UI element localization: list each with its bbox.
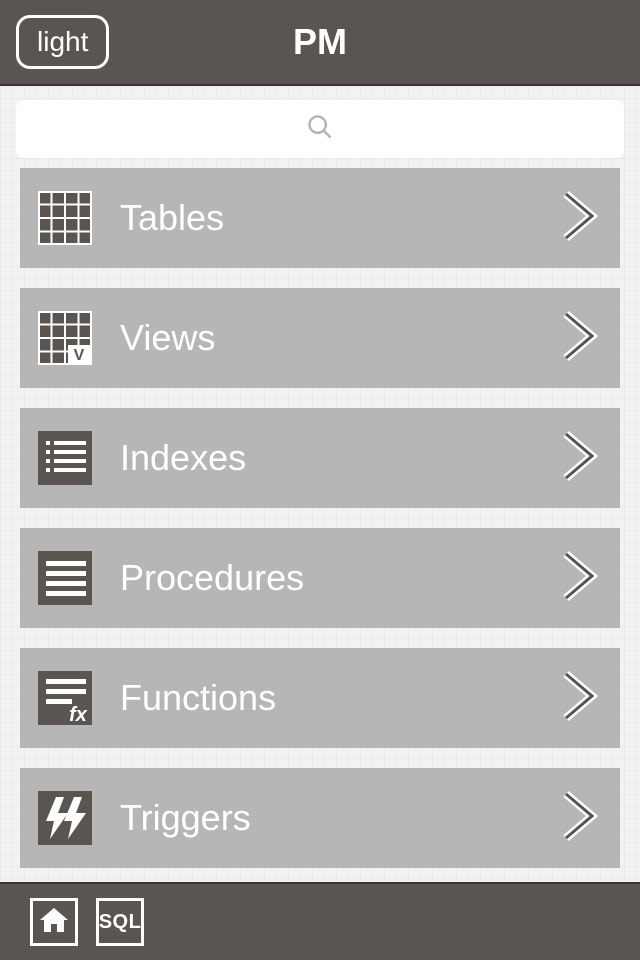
- sql-label: SQL: [99, 911, 142, 934]
- grid-icon: [38, 191, 92, 245]
- header-bar: light PM: [0, 0, 640, 86]
- footer-bar: SQL: [0, 882, 640, 960]
- home-button[interactable]: [30, 898, 78, 946]
- menu-item-triggers[interactable]: Triggers: [20, 768, 620, 868]
- search-input[interactable]: [16, 100, 624, 158]
- menu-list: Tables V Views: [0, 168, 640, 868]
- menu-item-label: Functions: [120, 677, 558, 719]
- chevron-right-icon: [558, 548, 602, 609]
- search-icon: [306, 113, 334, 146]
- menu-item-tables[interactable]: Tables: [20, 168, 620, 268]
- sql-button[interactable]: SQL: [96, 898, 144, 946]
- menu-item-label: Triggers: [120, 797, 558, 839]
- fx-icon: fx: [38, 671, 92, 725]
- lightning-icon: [38, 791, 92, 845]
- chevron-right-icon: [558, 788, 602, 849]
- chevron-right-icon: [558, 428, 602, 489]
- chevron-right-icon: [558, 668, 602, 729]
- svg-text:V: V: [74, 347, 85, 364]
- menu-item-indexes[interactable]: Indexes: [20, 408, 620, 508]
- menu-item-label: Tables: [120, 197, 558, 239]
- chevron-right-icon: [558, 308, 602, 369]
- menu-item-label: Views: [120, 317, 558, 359]
- home-icon: [38, 904, 70, 941]
- menu-item-functions[interactable]: fx Functions: [20, 648, 620, 748]
- svg-text:fx: fx: [69, 704, 88, 725]
- grid-v-icon: V: [38, 311, 92, 365]
- search-wrap: [0, 86, 640, 168]
- content-area: Tables V Views: [0, 86, 640, 882]
- chevron-right-icon: [558, 188, 602, 249]
- lines-icon: [38, 551, 92, 605]
- list-bullets-icon: [38, 431, 92, 485]
- theme-toggle-button[interactable]: light: [16, 15, 109, 69]
- menu-item-label: Indexes: [120, 437, 558, 479]
- menu-item-procedures[interactable]: Procedures: [20, 528, 620, 628]
- menu-item-label: Procedures: [120, 557, 558, 599]
- menu-item-views[interactable]: V Views: [20, 288, 620, 388]
